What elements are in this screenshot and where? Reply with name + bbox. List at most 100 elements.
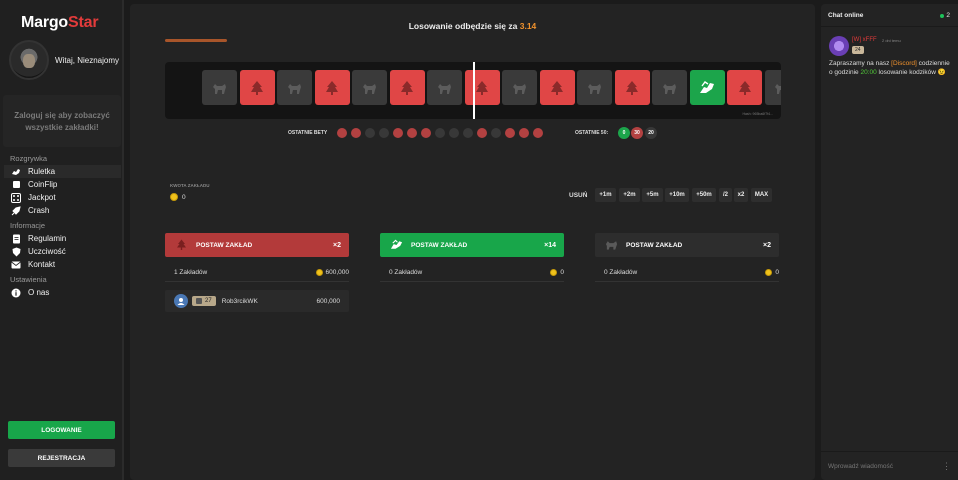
bet-gray-multiplier: ×2 bbox=[763, 241, 771, 249]
chat-title: Chat online bbox=[821, 4, 958, 27]
coin-icon bbox=[315, 269, 323, 276]
modifier-button-max[interactable]: MAX bbox=[751, 188, 772, 202]
bet-red-total: 600,000 bbox=[315, 269, 350, 276]
sidebar-item-o-nas[interactable]: O nas bbox=[4, 286, 121, 299]
chat-text-hour: 20:00 bbox=[860, 69, 877, 76]
bet-green-button[interactable]: POSTAW ZAKŁAD ×14 bbox=[380, 233, 564, 257]
logo[interactable]: MargoStar bbox=[21, 14, 99, 32]
tree-icon bbox=[738, 80, 751, 95]
bet-green-total-value: 0 bbox=[560, 269, 564, 276]
wolf-icon bbox=[437, 83, 451, 94]
bet-red-total-value: 600,000 bbox=[325, 269, 350, 276]
last-bet-dot-dark bbox=[449, 128, 459, 138]
last-bet-dot-dark bbox=[365, 128, 375, 138]
modifier-button-10m[interactable]: +10m bbox=[665, 188, 689, 202]
roulette-tile-red bbox=[314, 70, 350, 105]
last-bet-dot-red bbox=[421, 128, 431, 138]
sidebar-item-label: Kontakt bbox=[28, 260, 56, 269]
roulette-tiles bbox=[202, 70, 781, 108]
roulette-strip: Hash: 965ba6f7f4... bbox=[165, 62, 781, 119]
sidebar-item-regulamin[interactable]: Regulamin bbox=[4, 232, 121, 245]
login-button[interactable]: LOGOWANIE bbox=[8, 421, 115, 439]
sidebar-item-uczciwosc[interactable]: Uczciwość bbox=[4, 245, 121, 258]
bet-red-summary: 1 Zakładów 600,000 bbox=[165, 269, 349, 282]
bet-green-multiplier: ×14 bbox=[544, 241, 556, 249]
roulette-tile-red bbox=[614, 70, 650, 105]
mail-icon bbox=[11, 260, 21, 270]
player-level: 27 bbox=[205, 298, 212, 304]
register-button[interactable]: REJESTRACJA bbox=[8, 449, 115, 467]
last-50-green: 0 bbox=[618, 127, 630, 139]
bet-green-summary: 0 Zakładów 0 bbox=[380, 269, 564, 282]
coin-icon bbox=[170, 193, 178, 201]
chat-message: Zapraszamy na nasz [Discord] codziennie … bbox=[829, 59, 954, 77]
chat-text-1: Zapraszamy na nasz bbox=[829, 60, 890, 67]
sidebar-item-label: Uczciwość bbox=[28, 247, 66, 256]
bet-green-count: 0 Zakładów bbox=[389, 269, 423, 276]
chat-avatar[interactable] bbox=[829, 36, 849, 56]
chat-text-3: losowanie kodzików 😉 bbox=[878, 69, 946, 76]
rocket-icon bbox=[11, 205, 21, 216]
section-title-ustawienia: Ustawienia bbox=[10, 275, 47, 284]
document-icon bbox=[11, 234, 21, 244]
sidebar-item-ruletka[interactable]: Ruletka bbox=[4, 165, 121, 178]
roulette-tile-red bbox=[389, 70, 425, 105]
chat-username[interactable]: [W] xFFF bbox=[852, 37, 877, 43]
modifier-button-2m[interactable]: +2m bbox=[619, 188, 640, 202]
modifier-button-double[interactable]: x2 bbox=[734, 188, 748, 202]
last-50-red: 30 bbox=[631, 127, 643, 139]
roulette-tile-gray bbox=[427, 70, 462, 105]
bet-red-count: 1 Zakładów bbox=[174, 269, 208, 276]
wolf-icon bbox=[362, 83, 376, 94]
dice-icon bbox=[11, 192, 21, 203]
last-bet-dot-dark bbox=[435, 128, 445, 138]
wolf-icon bbox=[775, 83, 781, 94]
last-bet-dot-dark bbox=[491, 128, 501, 138]
last-bet-dot-red bbox=[337, 128, 347, 138]
draw-countdown-value: 3.14 bbox=[519, 21, 537, 31]
coin-icon bbox=[550, 269, 558, 276]
player-level-badge: 27 bbox=[192, 296, 216, 306]
chat-panel: Chat online 2 [W] xFFF 2 dni temu 24 Zap… bbox=[821, 4, 958, 480]
dragon-icon bbox=[700, 80, 714, 93]
tree-icon bbox=[175, 239, 188, 252]
modifier-button-5m[interactable]: +5m bbox=[642, 188, 663, 202]
tree-icon bbox=[551, 80, 563, 95]
bet-gray-button[interactable]: POSTAW ZAKŁAD ×2 bbox=[595, 233, 779, 257]
logo-part2: Star bbox=[68, 14, 99, 31]
amount-input[interactable]: 0 bbox=[170, 193, 186, 201]
tree-icon bbox=[626, 80, 638, 95]
roulette-hash: Hash: 965ba6f7f4... bbox=[742, 112, 773, 116]
section-title-informacje: Informacje bbox=[10, 221, 46, 230]
player-row: 27 Rob3rcikWK 600,000 bbox=[165, 290, 349, 312]
roulette-marker bbox=[473, 62, 475, 119]
bet-gray-count: 0 Zakładów bbox=[604, 269, 638, 276]
chat-discord-link[interactable]: [Discord] bbox=[891, 60, 917, 67]
coin-icon bbox=[765, 269, 773, 276]
player-amount: 600,000 bbox=[316, 297, 341, 305]
online-dot-icon bbox=[940, 13, 945, 18]
chat-input[interactable]: Wprowadź wiadomość ⋮ bbox=[821, 451, 958, 480]
bet-red-button[interactable]: POSTAW ZAKŁAD ×2 bbox=[165, 233, 349, 257]
last-bet-dot-red bbox=[519, 128, 529, 138]
sidebar-item-label: Crash bbox=[28, 206, 50, 215]
modifier-button-50m[interactable]: +50m bbox=[692, 188, 716, 202]
avatar[interactable] bbox=[9, 40, 49, 80]
login-hint-line2: wszystkie zakładki! bbox=[25, 123, 99, 132]
bet-green-label: POSTAW ZAKŁAD bbox=[411, 241, 468, 249]
wolf-icon bbox=[512, 83, 526, 94]
modifier-button-half[interactable]: /2 bbox=[719, 188, 732, 202]
modifier-button-1m[interactable]: +1m bbox=[595, 188, 616, 202]
sidebar-item-coinflip[interactable]: CoinFlip bbox=[4, 178, 121, 191]
sidebar-item-kontakt[interactable]: Kontakt bbox=[4, 258, 121, 271]
sidebar-item-jackpot[interactable]: Jackpot bbox=[4, 191, 121, 204]
online-count: 2 bbox=[940, 12, 950, 19]
sidebar-item-crash[interactable]: Crash bbox=[4, 204, 121, 217]
bet-red-label: POSTAW ZAKŁAD bbox=[196, 241, 253, 249]
player-name: Rob3rcikWK bbox=[221, 297, 258, 305]
more-options-icon[interactable]: ⋮ bbox=[942, 461, 951, 472]
coin-icon bbox=[11, 180, 21, 190]
remove-button[interactable]: USUŃ bbox=[569, 192, 587, 199]
roulette-tile-red bbox=[727, 70, 762, 105]
roulette-tile-gray bbox=[277, 70, 312, 105]
